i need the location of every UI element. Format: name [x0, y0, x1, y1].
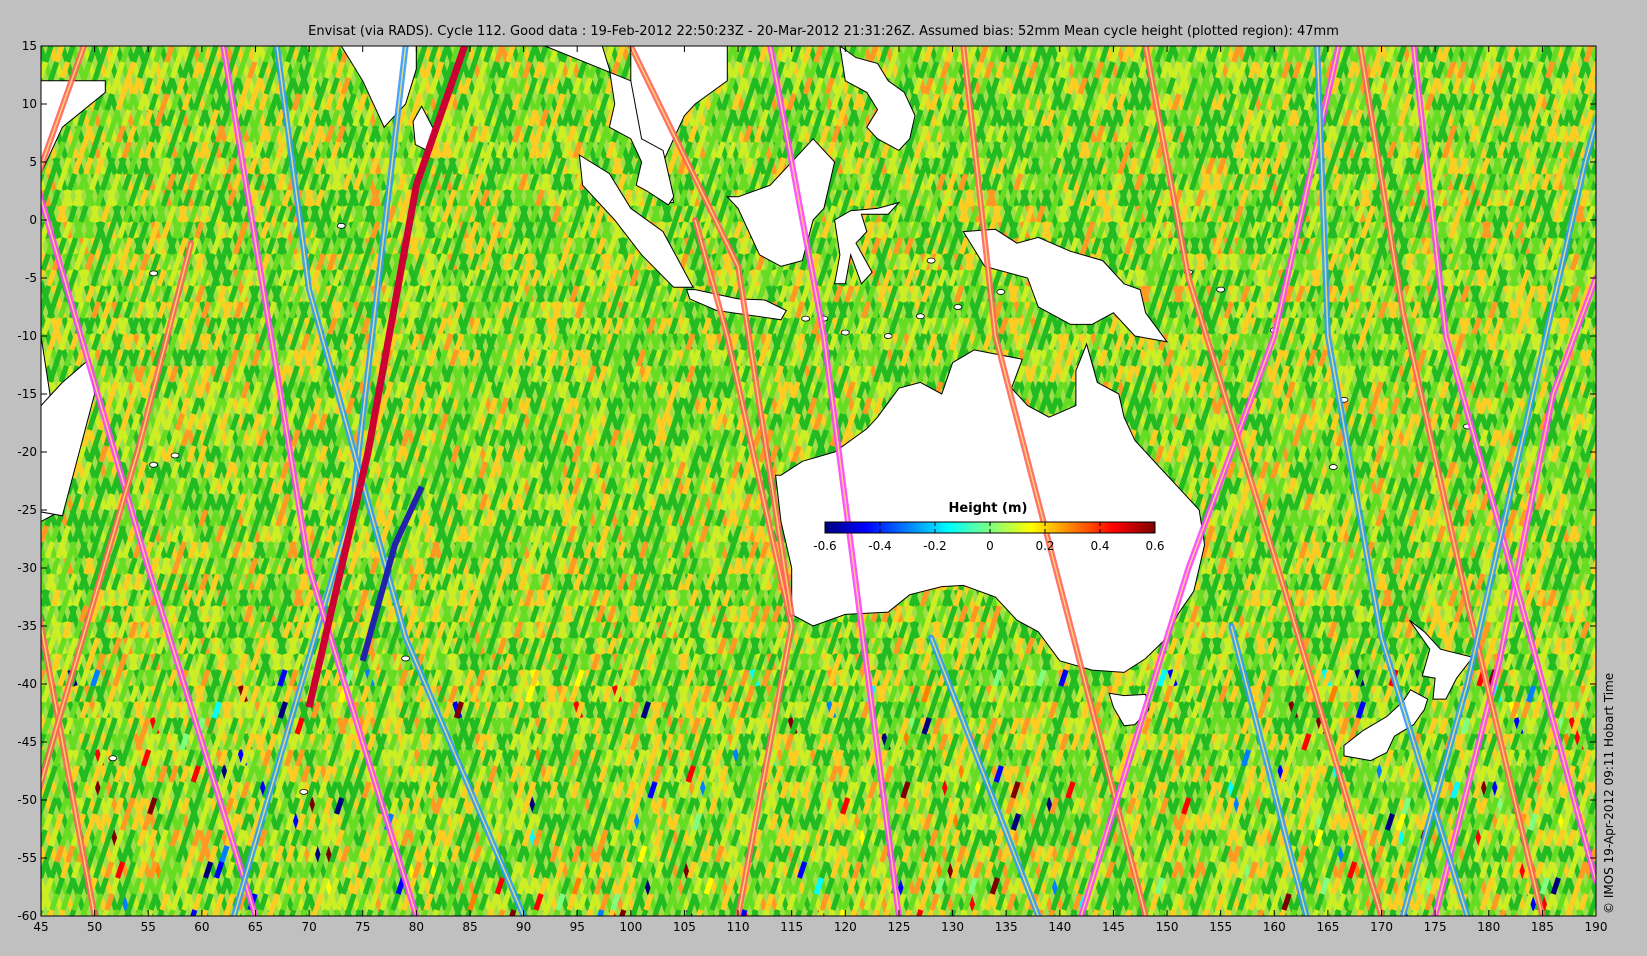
x-tick-label: 65	[248, 920, 263, 934]
x-tick-label: 60	[194, 920, 209, 934]
y-tick-label: -30	[17, 561, 37, 575]
copyright-credit: © IMOS 19-Apr-2012 09:11 Hobart Time	[1602, 672, 1616, 914]
colorbar-tick-label: -0.2	[923, 539, 946, 553]
x-tick-label: 180	[1477, 920, 1500, 934]
x-tick-label: 185	[1531, 920, 1554, 934]
colorbar-label: Height (m)	[949, 501, 1028, 516]
x-tick-label: 190	[1585, 920, 1608, 934]
island	[953, 304, 963, 310]
x-tick-label: 100	[619, 920, 642, 934]
y-tick-label: -25	[17, 503, 37, 517]
x-tick-label: 115	[780, 920, 803, 934]
x-tick-label: 80	[409, 920, 424, 934]
x-tick-label: 70	[301, 920, 316, 934]
y-tick-label: -35	[17, 619, 37, 633]
colorbar-tick-label: 0.4	[1090, 539, 1109, 553]
y-tick-label: -50	[17, 793, 37, 807]
y-tick-label: -5	[25, 271, 37, 285]
x-tick-label: 135	[995, 920, 1018, 934]
x-tick-label: 155	[1209, 920, 1232, 934]
y-tick-label: -10	[17, 329, 37, 343]
x-tick-label: 75	[355, 920, 370, 934]
colorbar-tick-label: 0.6	[1145, 539, 1164, 553]
island	[840, 329, 850, 336]
x-tick-label: 95	[570, 920, 585, 934]
y-tick-label: 0	[29, 213, 37, 227]
island	[996, 289, 1006, 295]
x-tick-label: 130	[941, 920, 964, 934]
x-tick-label: 175	[1424, 920, 1447, 934]
x-tick-label: 85	[462, 920, 477, 934]
x-tick-label: 90	[516, 920, 531, 934]
x-tick-label: 50	[87, 920, 102, 934]
x-tick-label: 165	[1316, 920, 1339, 934]
island	[108, 755, 118, 762]
y-tick-label: -40	[17, 677, 37, 691]
y-tick-label: -20	[17, 445, 37, 459]
x-tick-label: 120	[834, 920, 857, 934]
y-tick-label: -60	[17, 909, 37, 923]
y-tick-label: 5	[29, 155, 37, 169]
colorbar-tick-label: 0.2	[1035, 539, 1054, 553]
island	[915, 313, 925, 320]
x-tick-label: 140	[1048, 920, 1071, 934]
island	[1216, 286, 1226, 293]
altimetry-map: 45 50 55 60 65 70 75 80 85 90 95 100 105 110 115 120 125…	[17, 39, 1608, 934]
island	[926, 257, 936, 264]
x-tick-label: 105	[673, 920, 696, 934]
colorbar-tick-label: -0.6	[813, 539, 836, 553]
x-tick-label: 145	[1102, 920, 1125, 934]
x-tick-label: 170	[1370, 920, 1393, 934]
x-tick-label: 110	[727, 920, 750, 934]
island	[299, 788, 309, 795]
y-tick-label: 10	[22, 97, 37, 111]
island	[336, 222, 346, 229]
island	[170, 452, 180, 459]
x-tick-label: 125	[887, 920, 910, 934]
colorbar-tick-label: 0	[986, 539, 994, 553]
x-tick-label: 160	[1263, 920, 1286, 934]
island	[801, 315, 811, 322]
x-tick-label: 150	[1156, 920, 1179, 934]
island	[883, 333, 893, 339]
y-tick-label: 15	[22, 39, 37, 53]
island	[149, 270, 159, 277]
y-tick-label: -55	[17, 851, 37, 865]
island	[1328, 464, 1338, 470]
island	[149, 461, 159, 468]
y-tick-label: -15	[17, 387, 37, 401]
x-tick-label: 55	[141, 920, 156, 934]
island	[401, 655, 411, 662]
colorbar-tick-label: -0.4	[868, 539, 891, 553]
y-tick-label: -45	[17, 735, 37, 749]
